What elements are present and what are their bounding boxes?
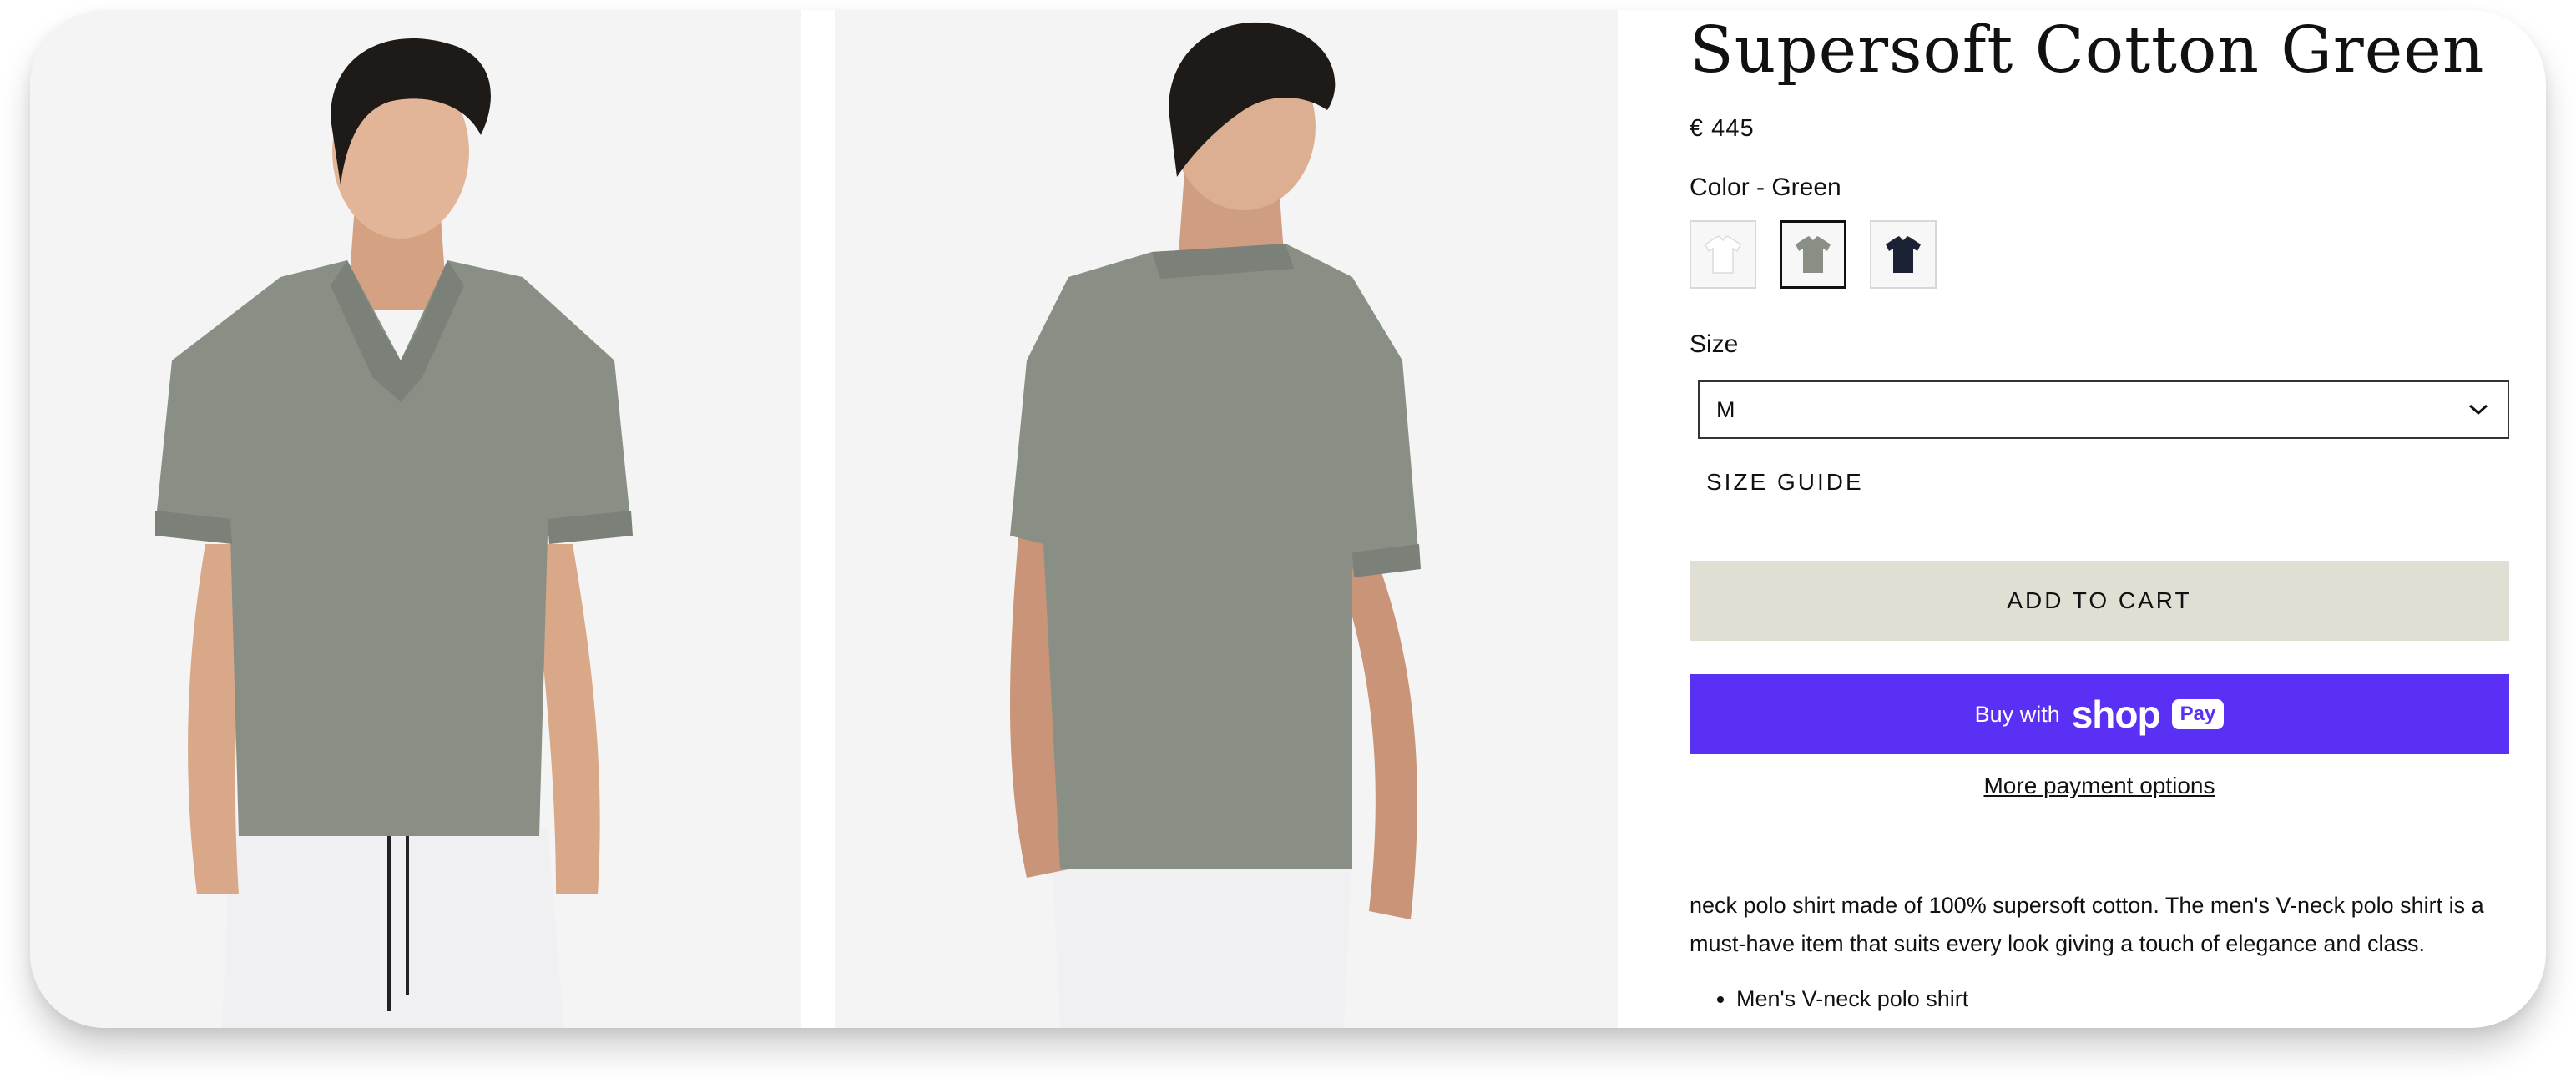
color-label: Color - Green (1690, 174, 1841, 201)
size-label: Size (1690, 330, 1739, 358)
product-card: Supersoft Cotton Green € 445 Color - Gre… (30, 10, 2546, 1028)
pay-badge: Pay (2171, 699, 2225, 729)
feature-item: Men's V-neck polo shirt (1736, 980, 1968, 1018)
size-selected-value: M (1716, 396, 1735, 422)
product-price: € 445 (1690, 115, 1755, 142)
size-guide-link[interactable]: SIZE GUIDE (1706, 469, 1864, 496)
shop-pay-buy-with: Buy with (1974, 701, 2060, 727)
tshirt-white-icon (1705, 235, 1741, 274)
shop-pay-button[interactable]: Buy with shop Pay (1690, 674, 2509, 754)
model-back-illustration (835, 10, 1618, 1028)
product-title: Supersoft Cotton Green (1690, 13, 2485, 88)
tshirt-green-icon (1796, 236, 1831, 273)
product-info-panel: Supersoft Cotton Green € 445 Color - Gre… (1690, 10, 2516, 1028)
size-select[interactable]: M (1698, 380, 2509, 439)
product-description: neck polo shirt made of 100% supersoft c… (1690, 893, 2484, 956)
add-to-cart-button[interactable]: ADD TO CART (1690, 561, 2509, 641)
model-front-illustration (30, 10, 801, 1028)
feature-list: Men's V-neck polo shirt (1690, 980, 1968, 1018)
more-payment-options-link[interactable]: More payment options (1690, 773, 2509, 799)
shop-logo-text: shop (2071, 693, 2161, 736)
swatch-white[interactable] (1690, 220, 1756, 289)
color-swatches (1690, 220, 1937, 289)
product-image-front[interactable] (30, 10, 801, 1028)
product-image-back[interactable] (835, 10, 1618, 1028)
chevron-down-icon (2468, 404, 2488, 416)
tshirt-navy-icon (1886, 236, 1921, 273)
swatch-green[interactable] (1780, 220, 1846, 289)
swatch-navy[interactable] (1870, 220, 1937, 289)
